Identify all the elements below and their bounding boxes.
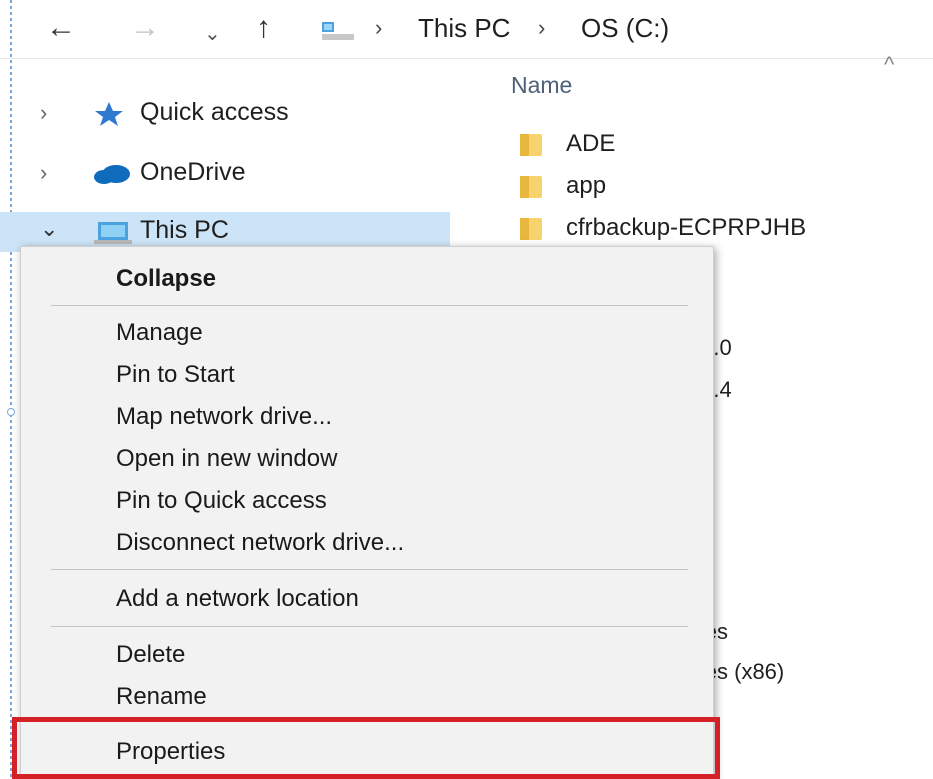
breadcrumb-separator-icon: ›: [538, 15, 546, 40]
menu-label: Pin to Start: [116, 361, 235, 388]
cloud-icon: [92, 160, 134, 191]
back-arrow-icon[interactable]: ←: [46, 10, 76, 46]
column-header-name[interactable]: Name: [511, 72, 572, 99]
menu-item-manage[interactable]: Manage: [21, 313, 713, 353]
chevron-right-icon[interactable]: ›: [40, 100, 47, 126]
menu-item-rename[interactable]: Rename: [21, 677, 713, 717]
context-menu: Collapse Manage Pin to Start Map network…: [20, 246, 714, 779]
menu-label: Manage: [116, 319, 203, 346]
folder-icon: [520, 176, 542, 198]
menu-item-map-network-drive[interactable]: Map network drive...: [21, 397, 713, 437]
menu-label: Pin to Quick access: [116, 487, 327, 514]
properties-highlight-box: [12, 717, 720, 779]
breadcrumb-separator-icon: ›: [375, 15, 383, 40]
menu-item-disconnect-network-drive[interactable]: Disconnect network drive...: [21, 523, 713, 563]
chevron-down-icon[interactable]: ⌄: [40, 216, 58, 242]
file-name: ADE: [566, 130, 616, 157]
resize-handle[interactable]: [7, 408, 15, 416]
menu-item-collapse[interactable]: Collapse: [21, 259, 713, 299]
folder-icon: [520, 218, 542, 240]
file-name: cfrbackup-ECPRPJHB: [566, 214, 807, 241]
menu-label: Rename: [116, 683, 207, 710]
menu-separator: [51, 305, 688, 306]
chevron-right-icon[interactable]: ›: [40, 160, 47, 186]
nav-item-onedrive[interactable]: › OneDrive: [0, 150, 450, 198]
menu-label: Add a network location: [116, 585, 359, 612]
star-icon: [92, 100, 126, 133]
menu-label: Collapse: [116, 265, 217, 292]
sort-caret-icon: ^: [884, 52, 895, 77]
forward-arrow-icon[interactable]: →: [130, 10, 160, 46]
menu-item-delete[interactable]: Delete: [21, 635, 713, 675]
menu-separator: [51, 626, 688, 627]
address-toolbar: ← → ⌄ ↑ › This PC › OS (C:): [0, 0, 933, 59]
menu-item-open-in-new-window[interactable]: Open in new window: [21, 439, 713, 479]
file-name: app: [566, 172, 607, 199]
nav-label: Quick access: [140, 98, 289, 126]
menu-item-add-network-location[interactable]: Add a network location: [21, 579, 713, 619]
chevron-down-icon[interactable]: ⌄: [204, 16, 221, 52]
menu-separator: [51, 569, 688, 570]
computer-icon: [320, 20, 356, 47]
nav-item-quick-access[interactable]: › Quick access: [0, 90, 450, 138]
nav-label: OneDrive: [140, 158, 246, 186]
nav-label: This PC: [140, 216, 229, 244]
menu-label: Delete: [116, 641, 186, 668]
menu-item-pin-to-quick-access[interactable]: Pin to Quick access: [21, 481, 713, 521]
menu-label: Disconnect network drive...: [116, 529, 405, 556]
menu-item-pin-to-start[interactable]: Pin to Start: [21, 355, 713, 395]
up-arrow-icon[interactable]: ↑: [256, 10, 271, 46]
breadcrumb-this-pc[interactable]: This PC: [418, 12, 510, 44]
breadcrumb-os-c[interactable]: OS (C:): [581, 12, 669, 44]
menu-label: Map network drive...: [116, 403, 333, 430]
menu-label: Open in new window: [116, 445, 338, 472]
folder-icon: [520, 134, 542, 156]
